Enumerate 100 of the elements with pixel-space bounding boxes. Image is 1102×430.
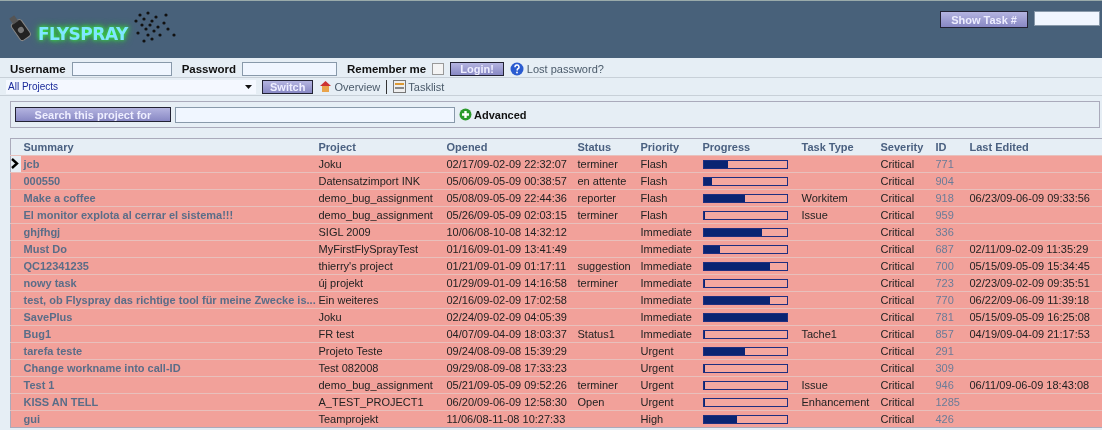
search-field[interactable]	[175, 106, 455, 123]
table-cell: 05/06/09-05-09 00:38:57	[443, 172, 575, 190]
table-cell: Ein weiteres	[315, 291, 444, 309]
summary-cell[interactable]: KISS AN TELL	[20, 393, 316, 411]
table-cell: terminer	[574, 155, 638, 173]
table-cell: új projekt	[315, 274, 444, 292]
column-header[interactable]: ID	[932, 138, 967, 156]
table-cell: Immediate	[637, 308, 700, 326]
table-cell: 06/22/09-06-09 11:39:18	[966, 291, 1102, 309]
table-cell: terminer	[574, 206, 638, 224]
table-cell: 309	[932, 359, 967, 377]
table-cell: Critical	[877, 155, 933, 173]
switch-button[interactable]: Switch	[262, 79, 314, 94]
table-cell: 770	[932, 291, 967, 309]
table-cell: Immediate	[637, 291, 700, 309]
table-cell: Enhancement	[798, 393, 878, 411]
table-cell: 687	[932, 240, 967, 258]
house-icon	[319, 80, 333, 93]
task-number-field[interactable]	[1034, 11, 1100, 26]
advanced-link[interactable]: Advanced	[474, 108, 527, 121]
table-cell: 02/23/09-02-09 09:35:51	[966, 274, 1102, 292]
table-cell: Critical	[877, 240, 933, 258]
plus-icon	[459, 108, 472, 121]
column-header[interactable]: Severity	[877, 138, 933, 156]
table-cell: Workitem	[798, 189, 878, 207]
table-cell: 02/11/09-02-09 11:35:29	[966, 240, 1102, 258]
password-label: Password	[181, 62, 236, 75]
table-cell: Critical	[877, 393, 933, 411]
table-cell: 02/16/09-02-09 17:02:58	[443, 291, 575, 309]
password-field[interactable]	[241, 61, 337, 76]
remember-me-label: Remember me	[346, 62, 427, 75]
column-header[interactable]: Project	[315, 138, 444, 156]
table-cell: FR test	[315, 325, 444, 343]
table-cell: Critical	[877, 189, 933, 207]
summary-cell[interactable]: tarefa teste	[20, 342, 316, 360]
column-header[interactable]: Summary	[20, 138, 316, 156]
table-cell: 700	[932, 257, 967, 275]
summary-cell[interactable]: jcb	[20, 155, 316, 173]
table-cell: Critical	[877, 410, 933, 428]
table-cell: 04/07/09-04-09 18:03:37	[443, 325, 575, 343]
summary-cell[interactable]: test, ob Flyspray das richtige tool für meine Zwecke is...	[20, 291, 316, 309]
table-cell: Urgent	[637, 376, 700, 394]
summary-cell[interactable]: Test 1	[20, 376, 316, 394]
summary-cell[interactable]: Make a coffee	[20, 189, 316, 207]
table-cell: Critical	[877, 308, 933, 326]
table-cell: terminer	[574, 376, 638, 394]
logo-text: FLYSPRAY	[38, 24, 128, 44]
column-header[interactable]: Priority	[637, 138, 700, 156]
table-cell: 06/23/09-06-09 09:33:56	[966, 189, 1102, 207]
column-header[interactable]: Opened	[443, 138, 575, 156]
overview-link[interactable]: Overview	[334, 80, 381, 93]
summary-cell[interactable]: gui	[20, 410, 316, 428]
table-cell: 426	[932, 410, 967, 428]
summary-cell[interactable]: nowy task	[20, 274, 316, 292]
summary-cell[interactable]: SavePlus	[20, 308, 316, 326]
summary-cell[interactable]: Bug1	[20, 325, 316, 343]
tasklist-link[interactable]: Tasklist	[408, 80, 445, 93]
search-button[interactable]: Search this project for	[15, 107, 171, 122]
table-cell: Critical	[877, 274, 933, 292]
table-cell: Flash	[637, 172, 700, 190]
login-button[interactable]: Login!	[450, 61, 504, 76]
table-cell: 04/19/09-04-09 21:17:53	[966, 325, 1102, 343]
summary-cell[interactable]: ghjfhgj	[20, 223, 316, 241]
summary-cell[interactable]: QC12341235	[20, 257, 316, 275]
table-cell: Critical	[877, 359, 933, 377]
table-cell: 781	[932, 308, 967, 326]
summary-cell[interactable]: 000550	[20, 172, 316, 190]
remember-me-checkbox[interactable]	[432, 62, 445, 75]
summary-cell[interactable]: Change workname into call-ID	[20, 359, 316, 377]
table-cell: 09/29/08-09-08 17:33:23	[443, 359, 575, 377]
summary-cell[interactable]: Must Do	[20, 240, 316, 258]
table-cell: 336	[932, 223, 967, 241]
project-select[interactable]: All Projects	[6, 79, 256, 94]
show-task-button[interactable]: Show Task #	[940, 11, 1028, 28]
table-cell: Critical	[877, 325, 933, 343]
table-cell: Urgent	[637, 342, 700, 360]
table-cell: High	[637, 410, 700, 428]
lost-password-link[interactable]: Lost password?	[526, 62, 604, 75]
table-cell: en attente	[574, 172, 638, 190]
column-header[interactable]: Progress	[699, 138, 799, 156]
table-cell: Immediate	[637, 325, 700, 343]
table-cell: 06/20/09-06-09 12:58:30	[443, 393, 575, 411]
table-cell: Status1	[574, 325, 638, 343]
table-cell: 11/06/08-11-08 10:27:33	[443, 410, 575, 428]
summary-cell[interactable]: El monitor explota al cerrar el sistema!!!	[20, 206, 316, 224]
table-cell: reporter	[574, 189, 638, 207]
table-cell: 01/29/09-01-09 14:16:58	[443, 274, 575, 292]
table-cell: Projeto Teste	[315, 342, 444, 360]
table-cell: 857	[932, 325, 967, 343]
table-cell: Critical	[877, 206, 933, 224]
username-field[interactable]	[71, 61, 172, 76]
table-cell: SIGL 2009	[315, 223, 444, 241]
table-cell: 946	[932, 376, 967, 394]
table-cell: 01/16/09-01-09 13:41:49	[443, 240, 575, 258]
table-cell: Joku	[315, 155, 444, 173]
table-cell: Test 082008	[315, 359, 444, 377]
table-cell: 05/15/09-05-09 16:25:08	[966, 308, 1102, 326]
column-header[interactable]: Status	[574, 138, 638, 156]
column-header[interactable]: Task Type	[798, 138, 878, 156]
column-header[interactable]: Last Edited	[966, 138, 1102, 156]
